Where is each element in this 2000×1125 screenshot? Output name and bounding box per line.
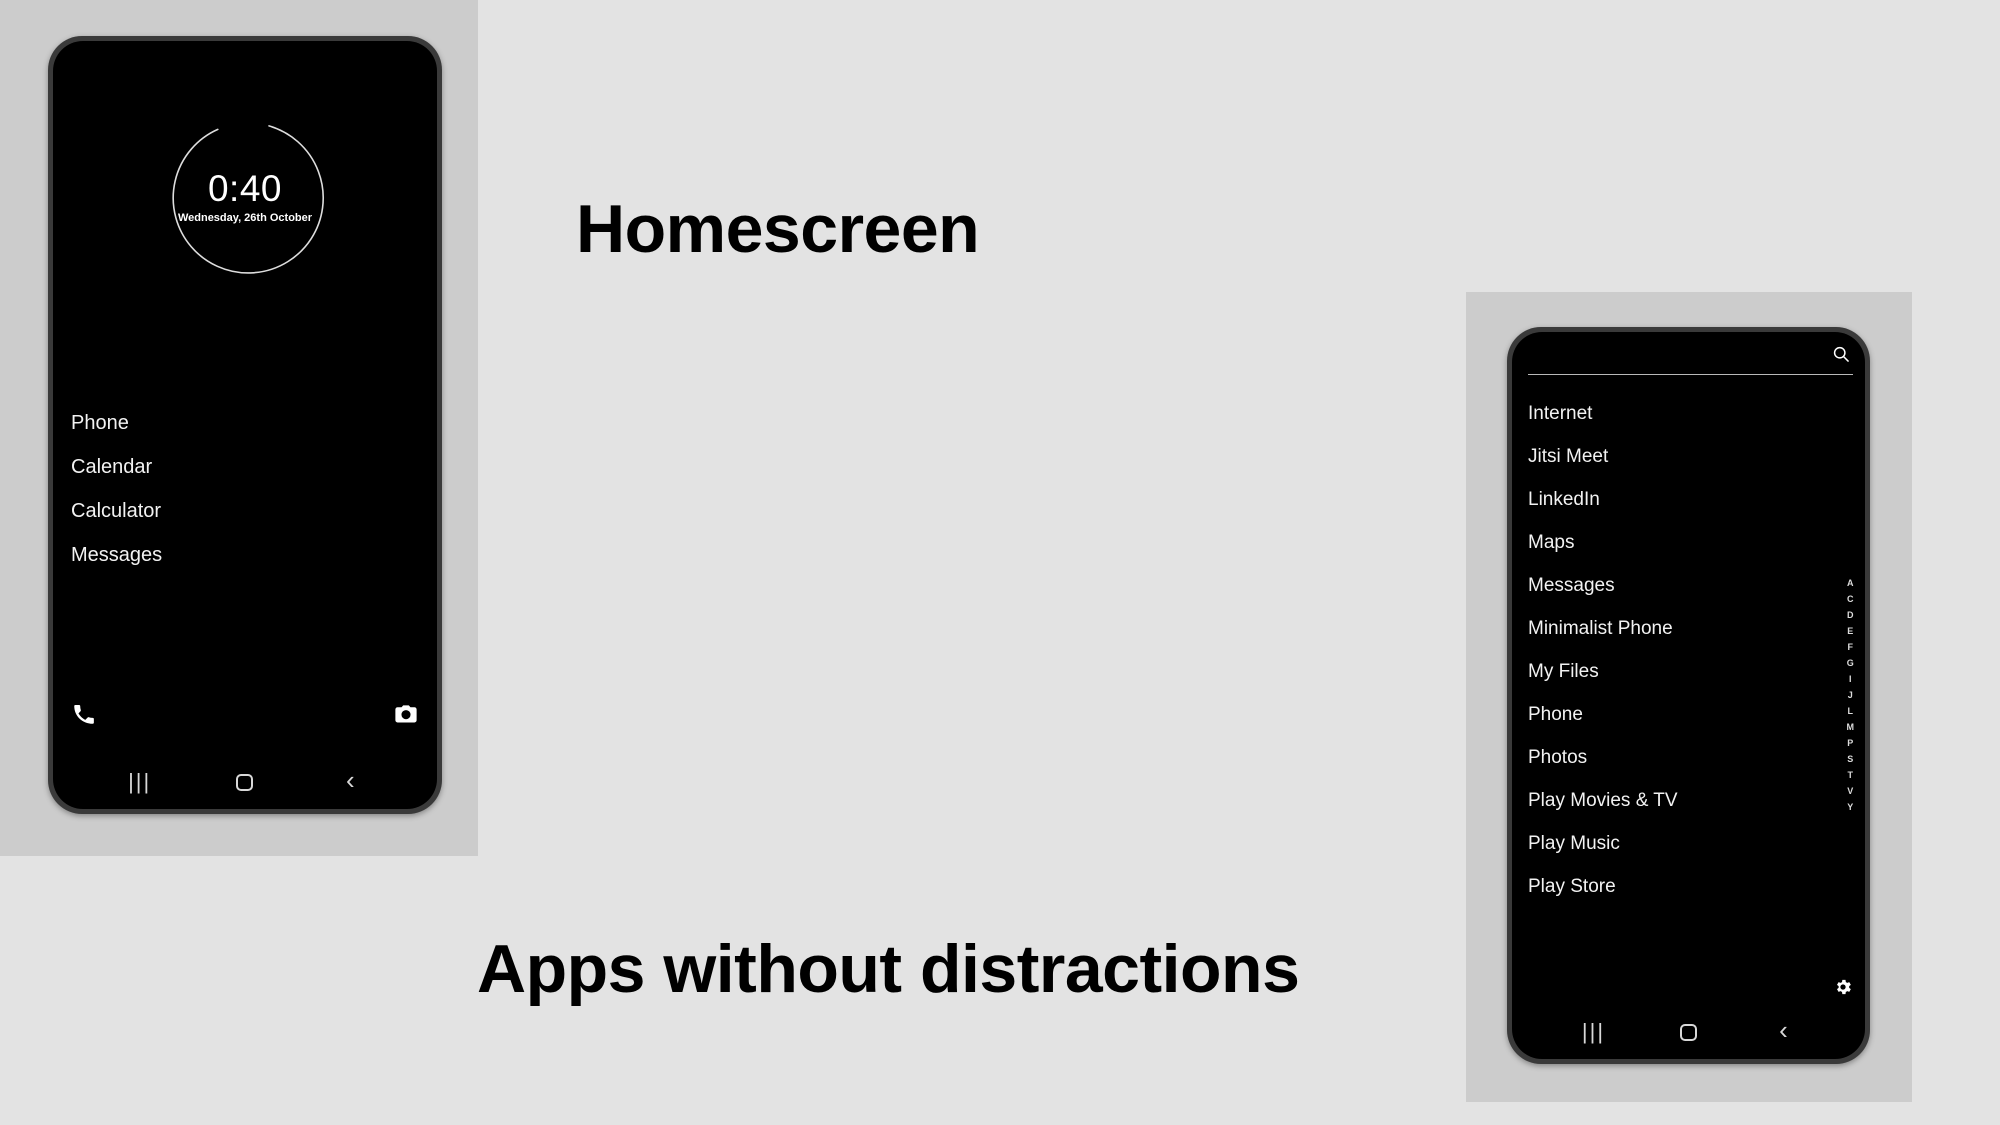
index-letter[interactable]: M [1845, 720, 1857, 736]
home-button[interactable] [230, 767, 260, 797]
app-drawer-item-play-store[interactable]: Play Store [1528, 865, 1825, 908]
app-drawer-item-my-files[interactable]: My Files [1528, 650, 1825, 693]
app-drawer-item-maps[interactable]: Maps [1528, 521, 1825, 564]
app-drawer-item-play-movies-tv[interactable]: Play Movies & TV [1528, 779, 1825, 822]
index-letter[interactable]: Y [1845, 800, 1855, 816]
index-letter[interactable]: G [1845, 656, 1856, 672]
back-button[interactable]: ‹ [1769, 1017, 1799, 1047]
recents-button[interactable]: ||| [125, 767, 155, 797]
index-letter[interactable]: S [1845, 752, 1855, 768]
alphabet-index-scrubber[interactable]: A C D E F G I J L M P S T V Y [1845, 576, 1857, 816]
phone-icon[interactable] [71, 701, 97, 727]
homescreen-quick-actions [53, 697, 437, 731]
recents-icon: ||| [128, 769, 152, 794]
index-letter[interactable]: T [1846, 768, 1856, 784]
homescreen-app-calendar[interactable]: Calendar [71, 445, 168, 489]
homescreen-app-messages[interactable]: Messages [71, 533, 168, 577]
app-drawer-item-messages[interactable]: Messages [1528, 564, 1825, 607]
clock-time: 0:40 [207, 168, 282, 209]
homescreen-phone-frame: 0:40 Wednesday, 26th October Phone Calen… [48, 36, 442, 814]
homescreen-app-phone[interactable]: Phone [71, 401, 168, 445]
index-letter[interactable]: J [1846, 688, 1855, 704]
app-drawer-item-internet[interactable]: Internet [1528, 392, 1825, 435]
index-letter[interactable]: C [1845, 592, 1856, 608]
gear-icon[interactable] [1833, 977, 1853, 997]
home-icon [1680, 1023, 1697, 1041]
recents-button[interactable]: ||| [1579, 1017, 1609, 1047]
index-letter[interactable]: I [1847, 672, 1854, 688]
back-icon: ‹ [1779, 1015, 1788, 1045]
app-drawer-item-phone[interactable]: Phone [1528, 693, 1825, 736]
heading-homescreen: Homescreen [576, 191, 980, 267]
heading-apps-without-distractions: Apps without distractions [477, 931, 1300, 1007]
app-drawer-search-row [1528, 344, 1853, 378]
home-button[interactable] [1674, 1017, 1704, 1047]
index-letter[interactable]: A [1845, 576, 1856, 592]
app-drawer-item-linkedin[interactable]: LinkedIn [1528, 478, 1825, 521]
clock-date: Wednesday, 26th October [177, 212, 313, 224]
homescreen-app-calculator[interactable]: Calculator [71, 489, 168, 533]
index-letter[interactable]: F [1846, 640, 1856, 656]
app-drawer-navbar: ||| ‹ [1512, 1005, 1865, 1059]
index-letter[interactable]: P [1845, 736, 1855, 752]
back-icon: ‹ [345, 765, 355, 795]
index-letter[interactable]: V [1845, 784, 1855, 800]
home-icon [236, 773, 254, 791]
homescreen-navbar: ||| ‹ [53, 755, 437, 809]
clock-widget[interactable]: 0:40 Wednesday, 26th October [165, 117, 325, 277]
screenshot-canvas: Homescreen Apps without distractions 0:4… [0, 0, 2000, 1125]
homescreen-app-list: Phone Calendar Calculator Messages [71, 401, 168, 577]
clock-text-group: 0:40 Wednesday, 26th October [165, 117, 325, 277]
app-drawer-item-photos[interactable]: Photos [1528, 736, 1825, 779]
index-letter[interactable]: D [1845, 608, 1856, 624]
camera-icon[interactable] [393, 701, 419, 727]
homescreen-phone-screen: 0:40 Wednesday, 26th October Phone Calen… [53, 41, 437, 809]
app-drawer-item-minimalist-phone[interactable]: Minimalist Phone [1528, 607, 1825, 650]
search-input[interactable] [1528, 374, 1853, 375]
back-button[interactable]: ‹ [335, 767, 365, 797]
search-icon[interactable] [1831, 344, 1851, 364]
app-drawer-item-play-music[interactable]: Play Music [1528, 822, 1825, 865]
recents-icon: ||| [1581, 1019, 1606, 1044]
app-drawer-phone-frame: Internet Jitsi Meet LinkedIn Maps Messag… [1507, 327, 1870, 1064]
app-drawer-list: Internet Jitsi Meet LinkedIn Maps Messag… [1528, 392, 1825, 908]
index-letter[interactable]: L [1846, 704, 1856, 720]
app-drawer-phone-screen: Internet Jitsi Meet LinkedIn Maps Messag… [1512, 332, 1865, 1059]
index-letter[interactable]: E [1845, 624, 1855, 640]
app-drawer-item-jitsi-meet[interactable]: Jitsi Meet [1528, 435, 1825, 478]
